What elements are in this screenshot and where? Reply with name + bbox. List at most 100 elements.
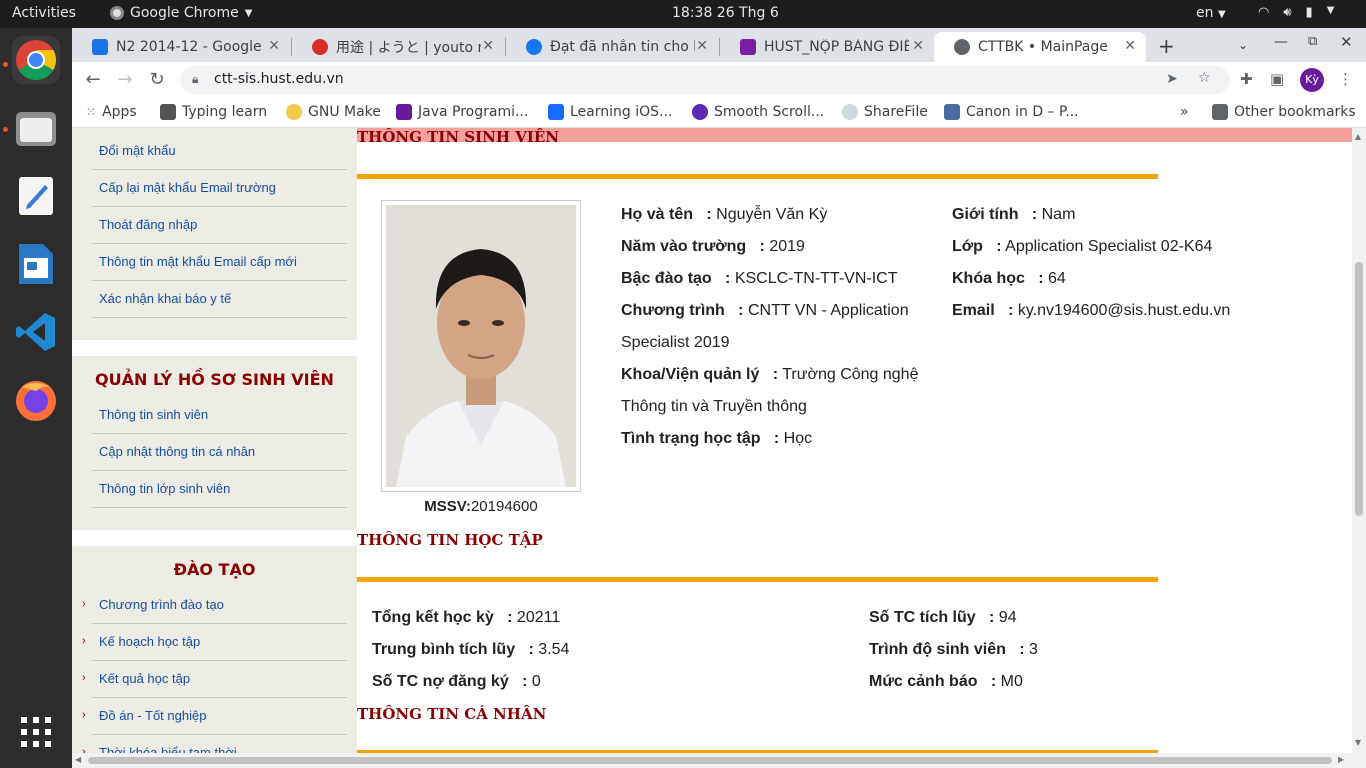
close-window-icon[interactable]: ✕ [1340, 33, 1353, 51]
sidebar-item-health-declaration[interactable]: Xác nhận khai báo y tế [92, 281, 347, 318]
close-icon[interactable]: ✕ [912, 38, 924, 54]
volume-icon: 🔊︎ [1283, 5, 1292, 20]
maximize-icon[interactable]: ⧉ [1308, 34, 1317, 49]
sidebar-item-results[interactable]: › Kết quả học tập [82, 661, 347, 698]
person-silhouette-icon [386, 205, 576, 487]
bullet-arrow-icon: › [82, 746, 86, 753]
app-menu-label: Google Chrome [130, 5, 239, 21]
browser-tab[interactable]: Đạt đã nhắn tin cho b ✕ [506, 32, 718, 62]
dock-files[interactable] [12, 104, 60, 152]
sidebar-item-change-password[interactable]: Đổi mật khẩu [92, 133, 347, 170]
app-menu[interactable]: Google Chrome ▼ [110, 5, 252, 21]
other-bookmarks[interactable]: Other bookmarks [1212, 104, 1356, 120]
sidebar-item-reset-email-password[interactable]: Cấp lại mật khẩu Email trường [92, 170, 347, 207]
browser-tab[interactable]: 用途 | ようと | youto n ✕ [292, 32, 504, 62]
input-language[interactable]: en ▼ [1196, 5, 1226, 21]
sidebar-item-new-email-password[interactable]: Thông tin mật khẩu Email cấp mới [92, 244, 347, 281]
browser-tab-active[interactable]: CTTBK • MainPage ✕ [934, 32, 1146, 62]
app-grid-icon [21, 717, 51, 747]
new-tab-icon[interactable]: + [1158, 34, 1175, 58]
scroll-left-icon[interactable]: ◀ [75, 755, 81, 764]
sidebar-item-thesis[interactable]: › Đồ án - Tốt nghiệp [82, 698, 347, 735]
student-id-value: 20194600 [470, 498, 538, 515]
bookmark-item[interactable]: Typing learn [160, 104, 267, 120]
tab-title: N2 2014-12 - Google D [116, 39, 261, 55]
scroll-right-icon[interactable]: ▶ [1338, 755, 1344, 764]
dock-vscode[interactable] [12, 308, 60, 356]
dock-firefox[interactable] [12, 376, 60, 424]
scroll-down-icon[interactable]: ▼ [1355, 738, 1361, 747]
sidebar-item-class-info[interactable]: Thông tin lớp sinh viên [92, 471, 347, 508]
sidebar-item-curriculum[interactable]: › Chương trình đào tạo [82, 587, 347, 624]
more-bookmarks-button[interactable]: » [1180, 104, 1189, 120]
minimize-icon[interactable]: — [1274, 34, 1288, 50]
send-to-devices-icon[interactable]: ➤ [1166, 71, 1178, 87]
bookmark-label: Smooth Scroll... [714, 104, 825, 120]
sidebar-item-label: Kết quả học tập [99, 671, 191, 686]
scroll-thumb[interactable] [1355, 262, 1363, 516]
student-photo [381, 200, 581, 492]
field-label: Họ và tên [621, 206, 694, 223]
dictionary-icon [312, 39, 328, 55]
clock[interactable]: 18:38 26 Thg 6 [672, 5, 779, 21]
dock-chrome[interactable] [12, 36, 60, 84]
bookmark-item[interactable]: Smooth Scroll... [692, 104, 824, 120]
battery-icon: ▮ [1305, 5, 1313, 20]
sidebar-item-logout[interactable]: Thoát đăng nhập [92, 207, 347, 244]
close-icon[interactable]: ✕ [1124, 38, 1136, 54]
sidebar-item-update-info[interactable]: Cập nhật thông tin cá nhân [92, 434, 347, 471]
sidebar-item-student-info[interactable]: Thông tin sinh viên [92, 397, 347, 434]
close-icon[interactable]: ✕ [696, 38, 708, 54]
bookmark-item[interactable]: Canon in D – P... [944, 104, 1079, 120]
bookmark-star-icon[interactable]: ☆ [1198, 70, 1211, 86]
bookmark-label: Canon in D – P... [966, 104, 1079, 120]
browser-tab[interactable]: N2 2014-12 - Google D ✕ [72, 32, 290, 62]
reading-mode-icon[interactable]: ▣ [1270, 70, 1284, 88]
field-label: Khóa học [952, 270, 1025, 287]
field-value: KSCLC-TN-TT-VN-ICT [734, 270, 898, 287]
dock-text-editor[interactable] [12, 172, 60, 220]
bookmark-item[interactable]: ShareFile [842, 104, 928, 120]
scroll-thumb[interactable] [88, 757, 1332, 764]
bookmark-item[interactable]: GNU Make [286, 104, 381, 120]
bookmark-item[interactable]: Learning iOS... [548, 104, 672, 120]
sidebar-item-study-plan[interactable]: › Kế hoạch học tập [82, 624, 347, 661]
field-label: Số TC nợ đăng ký [372, 673, 509, 690]
sidebar-item-label: Chương trình đào tạo [99, 597, 224, 612]
field-label: Năm vào trường [621, 238, 747, 255]
tab-search-icon[interactable]: ⌄ [1238, 38, 1248, 52]
back-icon[interactable]: ← [82, 69, 104, 90]
reload-icon[interactable]: ↻ [146, 69, 168, 90]
forward-icon[interactable]: → [114, 69, 136, 90]
system-tray[interactable]: ◠ 🔊︎ ▮ ▼ [1258, 5, 1334, 20]
scroll-up-icon[interactable]: ▲ [1355, 132, 1361, 141]
bookmarks-bar: ⁙ Apps Typing learn GNU Make Java Progra… [72, 98, 1366, 128]
bullet-arrow-icon: › [82, 635, 86, 647]
bookmark-apps[interactable]: ⁙ Apps [86, 104, 137, 120]
bookmark-label: Java Programi... [418, 104, 529, 120]
menu-kebab-icon[interactable]: ⋮ [1338, 70, 1353, 88]
field-label: Giới tính [952, 206, 1019, 223]
bullet-arrow-icon: › [82, 598, 86, 610]
profile-avatar[interactable]: Kỳ [1300, 68, 1324, 92]
activities-button[interactable]: Activities [12, 5, 76, 21]
horizontal-scrollbar[interactable]: ◀ ▶ [72, 753, 1352, 768]
address-bar[interactable]: 🔒︎ ctt-sis.hust.edu.vn ➤ ☆ [180, 66, 1230, 94]
bookmark-item[interactable]: Java Programi... [396, 104, 528, 120]
field-credits: Số TC tích lũy : 94 [869, 609, 1017, 626]
sidebar-item-timetable[interactable]: › Thời khóa biểu tạm thời [82, 735, 347, 753]
field-label: Trình độ sinh viên [869, 641, 1006, 658]
extensions-icon[interactable]: ✚ [1240, 70, 1253, 88]
vertical-scrollbar[interactable]: ▲ ▼ [1352, 128, 1366, 768]
bookmark-label: Learning iOS... [570, 104, 673, 120]
browser-tab[interactable]: HUST_NỘP BẢNG ĐIỂ ✕ [720, 32, 934, 62]
dock-show-apps[interactable] [12, 708, 60, 756]
dock-libreoffice-writer[interactable] [12, 240, 60, 288]
field-value: 2019 [769, 238, 805, 255]
sidebar-item-label: Cấp lại mật khẩu Email trường [99, 180, 276, 195]
close-icon[interactable]: ✕ [268, 38, 280, 54]
close-icon[interactable]: ✕ [482, 38, 494, 54]
lock-icon[interactable]: 🔒︎ [192, 72, 198, 87]
field-study-status: Tình trạng học tập : Học [621, 430, 813, 447]
sidebar-item-label: Cập nhật thông tin cá nhân [99, 444, 256, 459]
